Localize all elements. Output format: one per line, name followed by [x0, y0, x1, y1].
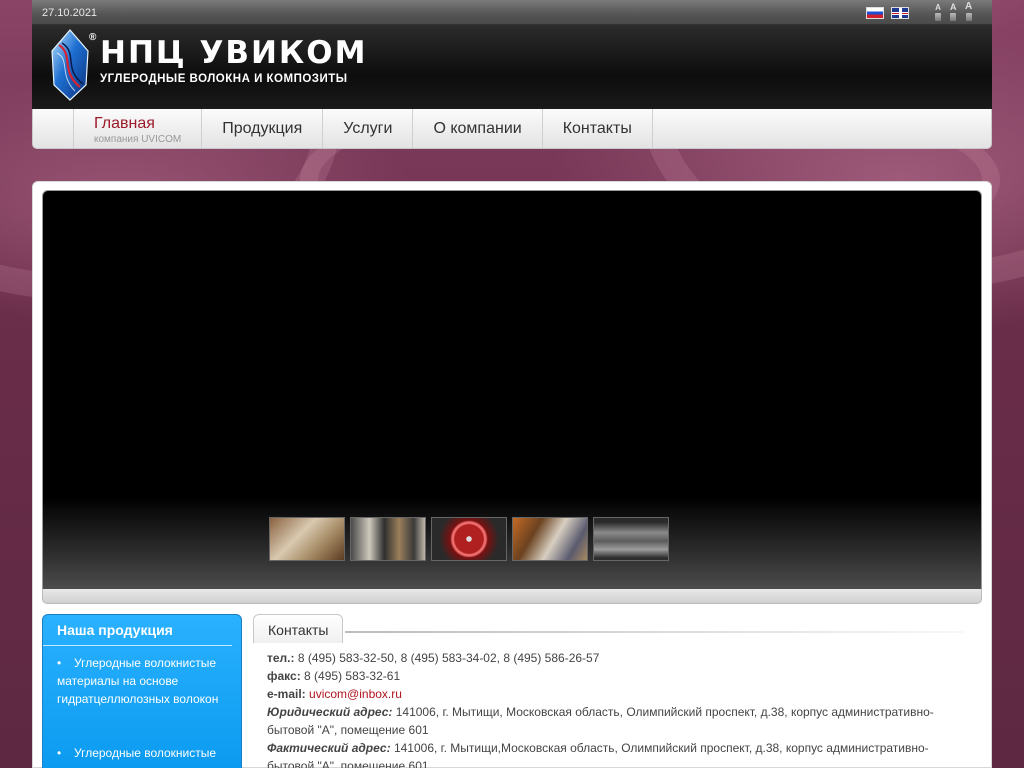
slider-thumbnail[interactable]: [512, 517, 588, 561]
site-header: ® НПЦ УВИКОМ УГЛЕРОДНЫЕ ВОЛОКНА И КОМПОЗ…: [32, 25, 992, 109]
site-brand[interactable]: НПЦ УВИКОМ: [100, 35, 367, 71]
registered-mark: ®: [89, 32, 97, 43]
nav-item-services[interactable]: Услуги: [323, 109, 414, 148]
top-bar: 27.10.2021 A A A: [32, 0, 992, 25]
slider-thumbnail[interactable]: [269, 517, 345, 561]
slider-thumbnail[interactable]: [431, 517, 507, 561]
nav-item-home[interactable]: Главная компания UVICOM: [74, 109, 203, 148]
image-slider[interactable]: [42, 190, 982, 590]
contacts-block: тел.: 8 (495) 583-32-50, 8 (495) 583-34-…: [267, 649, 967, 768]
font-size-medium-button[interactable]: A: [950, 3, 957, 21]
sidebar-product-link[interactable]: Углеродные волокнистые материалы на осно…: [57, 654, 231, 708]
tab-divider: [345, 631, 965, 633]
email-link[interactable]: uvicom@inbox.ru: [309, 687, 402, 701]
flag-uk-icon[interactable]: [891, 7, 909, 19]
nav-item-products[interactable]: Продукция: [202, 109, 324, 148]
nav-item-contacts[interactable]: Контакты: [543, 109, 653, 148]
nav-item-about[interactable]: О компании: [413, 109, 543, 148]
phone-row: тел.: 8 (495) 583-32-50, 8 (495) 583-34-…: [267, 651, 600, 665]
site-tagline: УГЛЕРОДНЫЕ ВОЛОКНА И КОМПОЗИТЫ: [100, 73, 348, 85]
main-content: Наша продукция Углеродные волокнистые ма…: [32, 181, 992, 768]
legal-address-row: Юридический адрес: 141006, г. Мытищи, Мо…: [267, 705, 934, 737]
phone-numbers: 8 (495) 583-32-50, 8 (495) 583-34-02, 8 …: [297, 651, 600, 665]
fax-number: 8 (495) 583-32-61: [304, 669, 401, 683]
font-size-large-button[interactable]: A: [965, 2, 972, 21]
slider-thumbnail[interactable]: [593, 517, 669, 561]
crystal-logo-icon[interactable]: [50, 29, 90, 101]
actual-address-row: Фактический адрес: 141006, г. Мытищи,Мос…: [267, 739, 967, 768]
sidebar-product-link[interactable]: Углеродные волокнистые материалы на осно…: [57, 744, 231, 768]
current-date: 27.10.2021: [42, 7, 98, 19]
slider-thumbnail[interactable]: [350, 517, 426, 561]
slider-footer-bar: [42, 589, 982, 604]
fax-row: факс: 8 (495) 583-32-61: [267, 669, 401, 683]
font-size-small-button[interactable]: A: [935, 4, 941, 21]
sidebar-title: Наша продукция: [43, 615, 232, 646]
email-row: e-mail: uvicom@inbox.ru: [267, 687, 402, 701]
slider-thumbnails: [269, 517, 669, 561]
tab-contacts[interactable]: Контакты: [253, 614, 344, 643]
products-sidebar: Наша продукция Углеродные волокнистые ма…: [42, 614, 242, 768]
flag-russia-icon[interactable]: [866, 7, 884, 19]
main-nav: Главная компания UVICOM Продукция Услуги…: [32, 109, 992, 149]
